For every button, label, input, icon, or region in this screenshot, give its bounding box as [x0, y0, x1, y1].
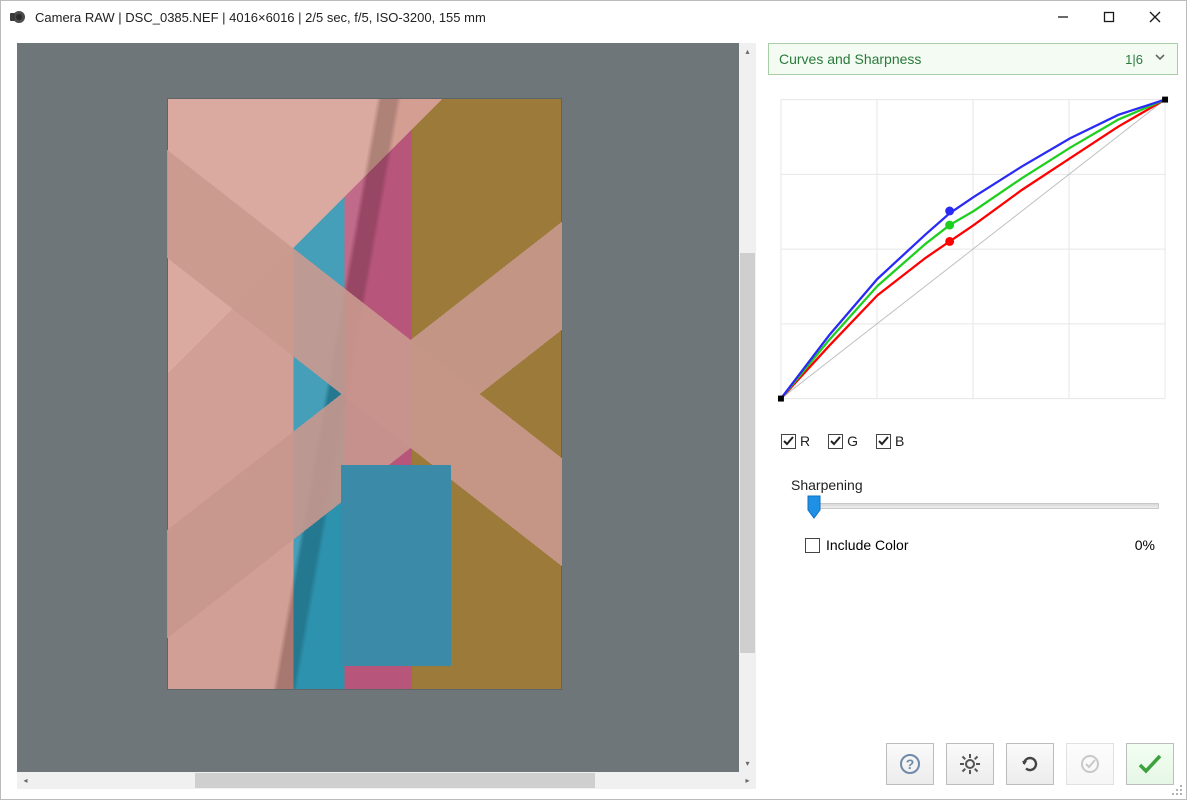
svg-text:?: ? — [906, 756, 915, 772]
include-color-checkbox[interactable] — [805, 538, 820, 553]
help-button[interactable]: ? — [886, 743, 934, 785]
settings-button[interactable] — [946, 743, 994, 785]
scroll-left-button[interactable]: ◂ — [17, 772, 34, 789]
scroll-thumb-vertical[interactable] — [740, 253, 755, 653]
checkbox-icon — [781, 434, 796, 449]
window-title: Camera RAW | DSC_0385.NEF | 4016×6016 | … — [35, 10, 1040, 25]
panel-selector[interactable]: Curves and Sharpness 1|6 — [768, 43, 1178, 75]
auto-button[interactable] — [1066, 743, 1114, 785]
title-bar: Camera RAW | DSC_0385.NEF | 4016×6016 | … — [1, 1, 1186, 33]
sharpening-label: Sharpening — [791, 477, 1163, 493]
panel-index: 1|6 — [1125, 52, 1143, 67]
channel-r-label: R — [800, 433, 810, 449]
scroll-down-button[interactable]: ▾ — [739, 755, 756, 772]
app-icon — [9, 8, 27, 26]
panel-title: Curves and Sharpness — [779, 51, 1125, 67]
sharpening-percent: 0% — [1135, 537, 1155, 553]
image-preview[interactable] — [17, 43, 739, 772]
include-color-label: Include Color — [826, 537, 909, 553]
close-button[interactable] — [1132, 1, 1178, 33]
horizontal-scrollbar[interactable]: ◂ ▸ — [17, 772, 756, 789]
chevron-down-icon — [1153, 50, 1167, 69]
apply-button[interactable] — [1126, 743, 1174, 785]
reset-button[interactable] — [1006, 743, 1054, 785]
sharpening-slider[interactable] — [809, 503, 1159, 509]
channel-b-checkbox[interactable]: B — [876, 433, 904, 449]
preview-image — [167, 98, 562, 690]
maximize-button[interactable] — [1086, 1, 1132, 33]
channel-g-label: G — [847, 433, 858, 449]
checkbox-icon — [828, 434, 843, 449]
scroll-up-button[interactable]: ▴ — [739, 43, 756, 60]
channel-r-checkbox[interactable]: R — [781, 433, 810, 449]
minimize-button[interactable] — [1040, 1, 1086, 33]
channel-b-label: B — [895, 433, 904, 449]
action-bar: ? — [768, 743, 1178, 789]
curves-plot[interactable] — [775, 92, 1171, 422]
slider-thumb-icon[interactable] — [807, 495, 821, 519]
scroll-right-button[interactable]: ▸ — [739, 772, 756, 789]
window-controls — [1040, 1, 1178, 33]
checkbox-icon — [876, 434, 891, 449]
scroll-thumb-horizontal[interactable] — [195, 773, 595, 788]
channel-g-checkbox[interactable]: G — [828, 433, 858, 449]
resize-grip-icon[interactable] — [1170, 783, 1184, 797]
vertical-scrollbar[interactable]: ▴ ▾ — [739, 43, 756, 772]
